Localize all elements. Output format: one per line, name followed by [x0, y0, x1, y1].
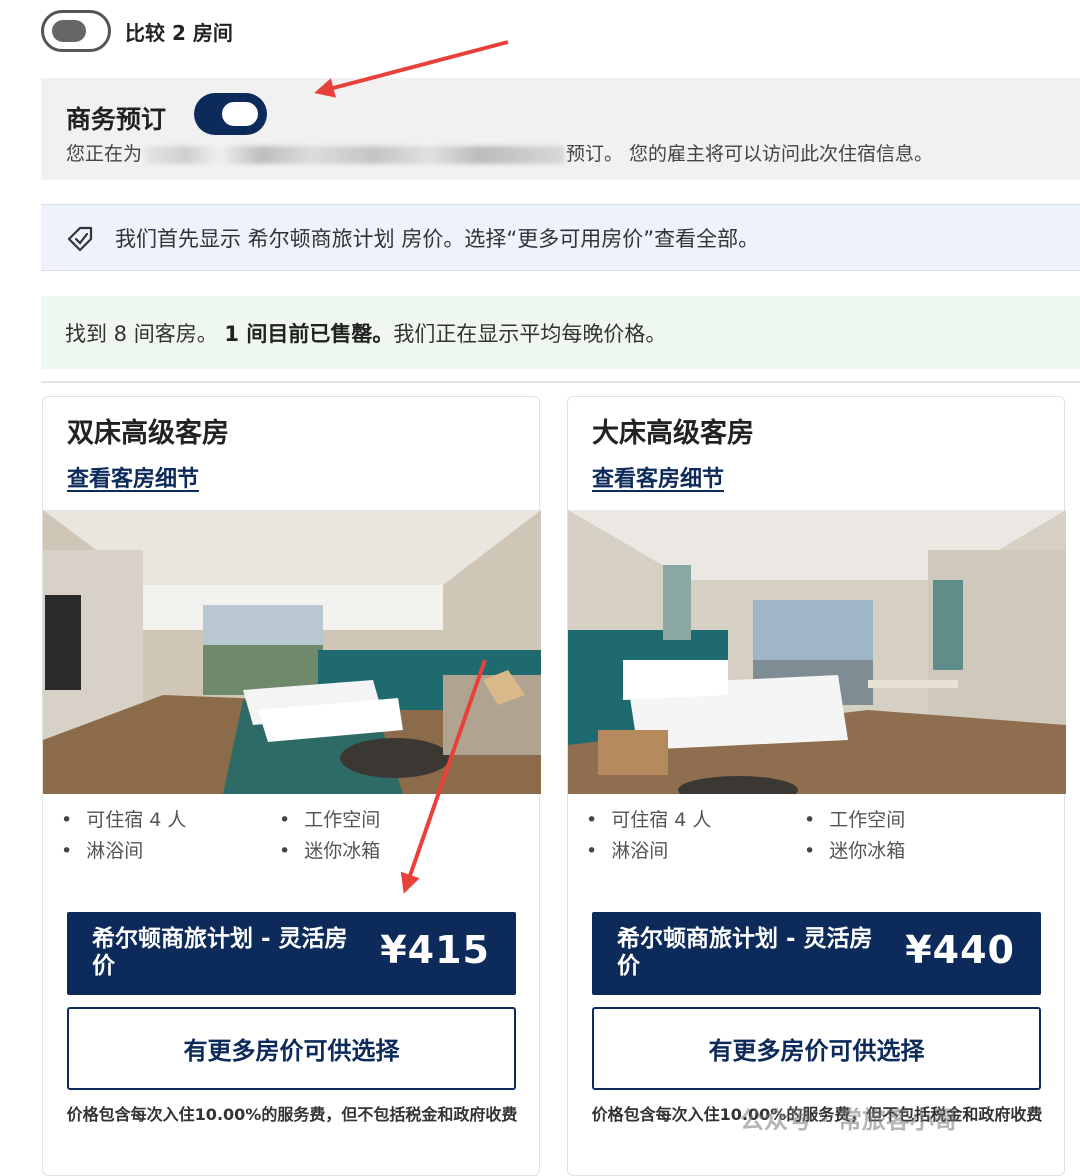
rate-select-button[interactable]: 希尔顿商旅计划 - 灵活房价 ¥415: [67, 912, 516, 995]
amenity-item: 可住宿 4 人: [586, 805, 711, 832]
room-card: 大床高级客房 查看客房细节 可住宿 4 人 工作空间 淋浴间 迷你冰箱 希尔顿商…: [567, 396, 1066, 1176]
compare-rooms-row: 比较 2 房间: [41, 10, 233, 52]
redacted-employer-name: [144, 145, 565, 164]
rate-info-banner: 我们首先显示 希尔顿商旅计划 房价。选择“更多可用房价”查看全部。: [41, 204, 1080, 271]
toggle-knob: [222, 102, 258, 126]
amenity-item: 淋浴间: [61, 836, 143, 863]
more-rates-button[interactable]: 有更多房价可供选择: [67, 1007, 516, 1090]
rate-price: ¥415: [380, 928, 490, 972]
business-booking-panel: 商务预订 您正在为 预订。 您的雇主将可以访问此次住宿信息。: [41, 78, 1080, 180]
rate-price: ¥440: [905, 928, 1015, 972]
room-details-link[interactable]: 查看客房细节: [592, 461, 724, 493]
rate-name: 希尔顿商旅计划 - 灵活房价: [617, 926, 873, 979]
price-note: 价格包含每次入住10.00%的服务费，但不包括税金和政府收费: [66, 1105, 518, 1124]
business-booking-description: 您正在为 预订。 您的雇主将可以访问此次住宿信息。: [66, 139, 933, 166]
price-tag-icon: [67, 226, 93, 251]
sold-out-count: 1 间目前已售罄。: [224, 321, 394, 346]
amenity-item: 可住宿 4 人: [61, 805, 186, 832]
room-card: 双床高级客房 查看客房细节 可住宿 4 人 工作空间 淋浴间 迷你冰箱 希尔顿商…: [42, 396, 541, 1176]
toggle-knob: [52, 20, 86, 42]
rate-select-button[interactable]: 希尔顿商旅计划 - 灵活房价 ¥440: [592, 912, 1041, 995]
compare-toggle[interactable]: [41, 10, 111, 52]
business-booking-title: 商务预订: [66, 105, 167, 134]
more-rates-button[interactable]: 有更多房价可供选择: [592, 1007, 1041, 1090]
room-photo: [43, 510, 541, 794]
rate-info-text: 我们首先显示 希尔顿商旅计划 房价。选择“更多可用房价”查看全部。: [115, 226, 760, 251]
amenity-item: 工作空间: [279, 805, 380, 832]
amenity-item: 淋浴间: [586, 836, 668, 863]
rate-name: 希尔顿商旅计划 - 灵活房价: [92, 926, 348, 979]
found-count: 找到 8 间客房。: [65, 321, 218, 346]
rooms-found-text: 找到 8 间客房。 1 间目前已售罄。我们正在显示平均每晚价格。: [65, 318, 666, 348]
room-name: 双床高级客房: [67, 418, 229, 449]
amenity-item: 迷你冰箱: [804, 836, 905, 863]
room-details-link[interactable]: 查看客房细节: [67, 461, 199, 493]
rooms-found-banner: 找到 8 间客房。 1 间目前已售罄。我们正在显示平均每晚价格。: [41, 296, 1080, 369]
desc-suffix: 预订。 您的雇主将可以访问此次住宿信息。: [566, 143, 934, 165]
amenity-item: 工作空间: [804, 805, 905, 832]
divider: [41, 381, 1080, 383]
room-name: 大床高级客房: [592, 418, 754, 449]
desc-prefix: 您正在为: [66, 143, 143, 165]
avg-price-note: 我们正在显示平均每晚价格。: [393, 321, 667, 346]
amenity-item: 迷你冰箱: [279, 836, 380, 863]
room-photo: [568, 510, 1066, 794]
business-booking-toggle[interactable]: [194, 93, 267, 135]
compare-label: 比较 2 房间: [125, 20, 233, 45]
watermark-text: 公众号 · 常旅客小哥: [740, 1106, 958, 1134]
